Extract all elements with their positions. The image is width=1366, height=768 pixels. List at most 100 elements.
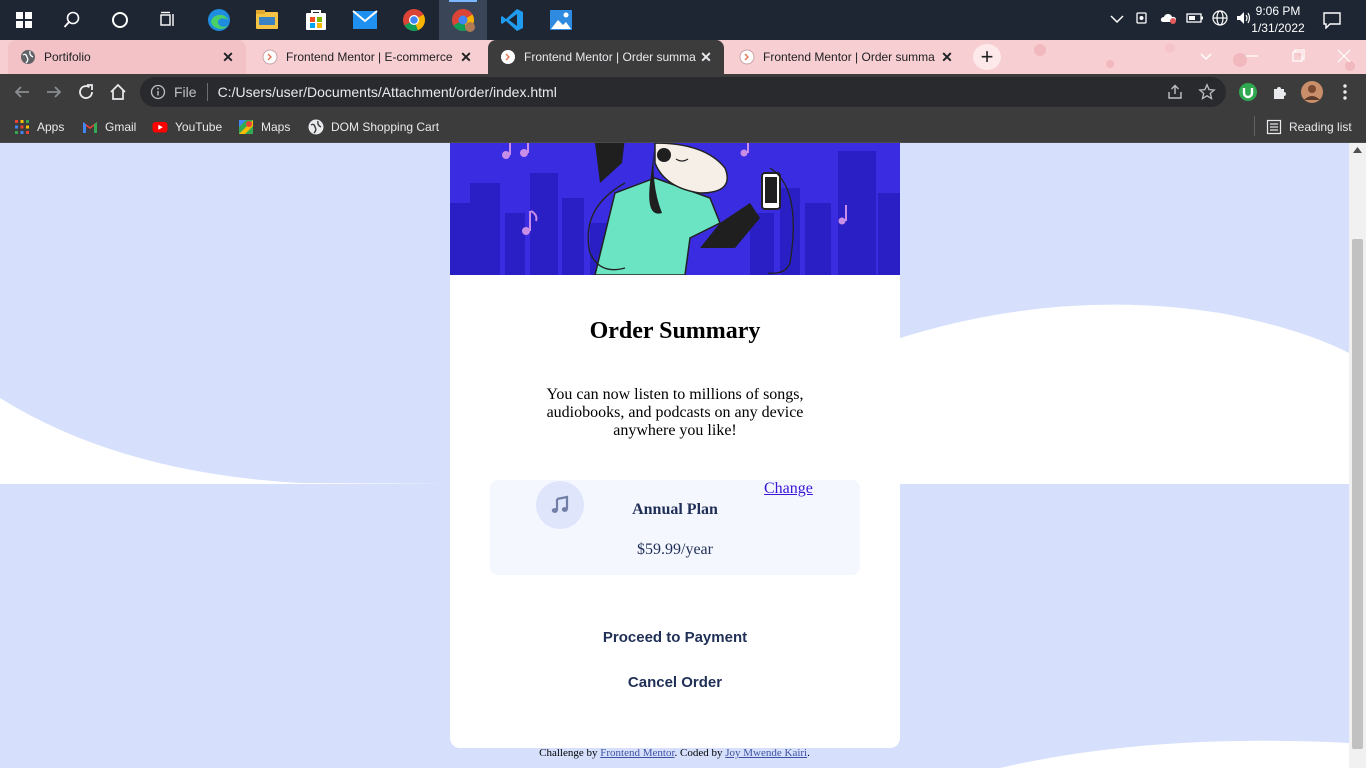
- tab-ecommerce[interactable]: Frontend Mentor | E-commerce ✕: [250, 40, 484, 74]
- bookmark-label: Gmail: [105, 120, 137, 134]
- globe-icon: [308, 119, 324, 135]
- tab-title: Frontend Mentor | Order summa: [763, 50, 935, 64]
- windows-start-icon[interactable]: [0, 0, 48, 40]
- url-text[interactable]: C:/Users/user/Documents/Attachment/order…: [218, 84, 557, 100]
- bookmark-label: Apps: [37, 120, 65, 134]
- back-arrow-icon[interactable]: [10, 80, 34, 104]
- attribution-prefix: Challenge by: [539, 747, 601, 759]
- cancel-order-button[interactable]: Cancel Order: [450, 674, 900, 691]
- chrome-icon[interactable]: [390, 0, 438, 40]
- plan-name: Annual Plan: [632, 501, 718, 518]
- network-globe-icon[interactable]: [1212, 9, 1228, 31]
- card-title: Order Summary: [589, 318, 761, 344]
- bookmark-gmail[interactable]: Gmail: [82, 116, 136, 138]
- tab-search-icon[interactable]: [1196, 46, 1216, 66]
- plan-price: $59.99/year: [637, 541, 713, 558]
- photos-icon[interactable]: [537, 0, 585, 40]
- forward-arrow-icon[interactable]: [42, 80, 66, 104]
- close-tab-icon[interactable]: ✕: [696, 47, 716, 67]
- system-tray: [1110, 0, 1252, 40]
- tab-title: Frontend Mentor | Order summa: [524, 50, 696, 64]
- windows-taskbar: 9:06 PM 1/31/2022: [0, 0, 1366, 40]
- chevron-up-icon[interactable]: [1110, 11, 1124, 29]
- tab-order-summary-active[interactable]: Frontend Mentor | Order summa ✕: [488, 40, 724, 74]
- chrome-menu-icon[interactable]: [1333, 80, 1357, 104]
- cortana-icon[interactable]: [96, 0, 144, 40]
- clock-time: 9:06 PM: [1255, 4, 1301, 18]
- bookmark-label: YouTube: [175, 120, 223, 134]
- close-tab-icon[interactable]: ✕: [218, 47, 238, 67]
- bookmarks-bar: Apps Gmail YouTube Maps DOM Shopping Car…: [0, 110, 1366, 143]
- scrollbar-thumb[interactable]: [1352, 239, 1363, 749]
- profile-avatar-icon[interactable]: [1300, 80, 1324, 104]
- apps-grid-icon: [15, 120, 29, 134]
- globe-icon: [21, 50, 35, 64]
- search-icon[interactable]: [48, 0, 96, 40]
- frontend-mentor-icon: [262, 49, 278, 65]
- notification-icon[interactable]: [1322, 0, 1342, 40]
- store-icon[interactable]: [292, 0, 340, 40]
- divider: [1254, 116, 1255, 136]
- tab-portifolio[interactable]: Portifolio ✕: [8, 40, 246, 74]
- chrome-profile-icon[interactable]: [439, 0, 487, 40]
- reading-list-button[interactable]: Reading list: [1266, 116, 1352, 138]
- bookmark-maps[interactable]: Maps: [238, 116, 290, 138]
- minimize-icon[interactable]: [1242, 46, 1262, 66]
- tab-title: Portifolio: [44, 50, 91, 64]
- home-icon[interactable]: [106, 80, 130, 104]
- mail-icon[interactable]: [341, 0, 389, 40]
- frontend-mentor-icon: [501, 50, 515, 64]
- proceed-to-payment-button[interactable]: Proceed to Payment: [450, 629, 900, 646]
- card-description: You can now listen to millions of songs,…: [546, 386, 804, 439]
- author-link[interactable]: Joy Mwende Kairi: [725, 747, 807, 759]
- vscode-icon[interactable]: [488, 0, 536, 40]
- hero-illustration: [450, 143, 900, 275]
- bookmark-star-icon[interactable]: [1198, 83, 1216, 101]
- tab-title: Frontend Mentor | E-commerce: [286, 50, 453, 64]
- reading-list-label: Reading list: [1289, 120, 1352, 134]
- bookmark-youtube[interactable]: YouTube: [152, 116, 222, 138]
- bookmark-label: DOM Shopping Cart: [331, 120, 440, 134]
- extensions-puzzle-icon[interactable]: [1268, 80, 1292, 104]
- utorrent-extension-icon[interactable]: [1236, 80, 1260, 104]
- plus-icon: +: [980, 44, 994, 69]
- clock-date: 1/31/2022: [1251, 21, 1305, 35]
- divider: [206, 83, 208, 101]
- new-tab-button[interactable]: +: [973, 44, 1001, 70]
- onedrive-icon[interactable]: [1160, 11, 1178, 30]
- youtube-icon: [152, 122, 168, 133]
- browser-toolbar: File C:/Users/user/Documents/Attachment/…: [0, 74, 1366, 110]
- close-tab-icon[interactable]: ✕: [937, 47, 957, 67]
- meet-now-icon[interactable]: [1136, 10, 1150, 31]
- close-window-icon[interactable]: [1334, 46, 1354, 66]
- web-page: Order Summary You can now listen to mill…: [0, 143, 1349, 768]
- edge-icon[interactable]: [195, 0, 243, 40]
- frontend-mentor-link[interactable]: Frontend Mentor: [600, 747, 674, 759]
- maps-icon: [239, 120, 253, 134]
- tab-order-summary[interactable]: Frontend Mentor | Order summa ✕: [727, 40, 965, 74]
- attribution-suffix: .: [807, 747, 810, 759]
- share-icon[interactable]: [1166, 83, 1184, 101]
- info-icon[interactable]: [150, 84, 166, 100]
- restore-icon[interactable]: [1288, 46, 1308, 66]
- address-bar[interactable]: File C:/Users/user/Documents/Attachment/…: [140, 77, 1226, 107]
- frontend-mentor-icon: [739, 49, 755, 65]
- page-scrollbar[interactable]: [1349, 143, 1366, 768]
- bookmark-apps[interactable]: Apps: [14, 116, 64, 138]
- running-indicator: [449, 0, 477, 2]
- task-view-icon[interactable]: [144, 0, 192, 40]
- bookmark-dom-shopping-cart[interactable]: DOM Shopping Cart: [308, 116, 439, 138]
- order-summary-card: Order Summary You can now listen to mill…: [450, 143, 900, 748]
- file-explorer-icon[interactable]: [243, 0, 291, 40]
- close-tab-icon[interactable]: ✕: [456, 47, 476, 67]
- bookmark-label: Maps: [261, 120, 291, 134]
- change-plan-link[interactable]: Change: [764, 480, 813, 498]
- battery-icon[interactable]: [1186, 11, 1204, 29]
- reload-icon[interactable]: [74, 80, 98, 104]
- browser-theme-pattern: [1034, 43, 1355, 71]
- reading-list-icon: [1266, 119, 1282, 135]
- plan-box: Annual Plan $59.99/year Change: [490, 480, 860, 575]
- attribution: Challenge by Frontend Mentor. Coded by J…: [0, 747, 1349, 759]
- scroll-up-arrow-icon[interactable]: [1353, 147, 1362, 153]
- taskbar-clock[interactable]: 9:06 PM 1/31/2022: [1248, 3, 1308, 37]
